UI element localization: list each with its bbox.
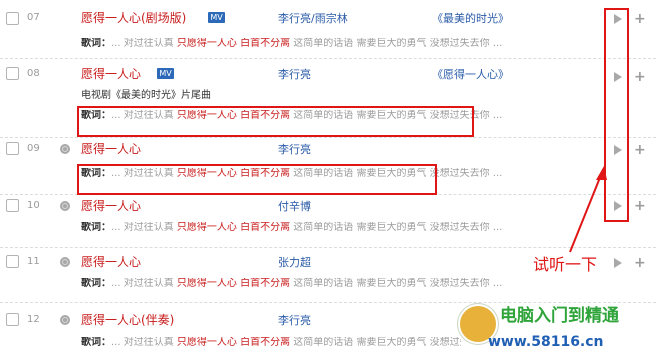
select-checkbox[interactable] xyxy=(6,199,19,212)
album-link[interactable]: 《愿得一人心》 xyxy=(432,68,509,81)
play-icon[interactable] xyxy=(614,258,622,268)
song-row: 07 愿得一人心(剧场版) MV 李行亮/雨宗林 《最美的时光》 歌词：... … xyxy=(0,0,656,59)
artist-link[interactable]: 张力超 xyxy=(278,256,311,269)
watermark-url: www.58116.cn xyxy=(488,334,604,350)
artist-link[interactable]: 付辛博 xyxy=(278,200,311,213)
artist-link[interactable]: 李行亮 xyxy=(278,314,311,327)
song-description: 电视剧《最美的时光》片尾曲 xyxy=(81,90,211,101)
select-checkbox[interactable] xyxy=(6,142,19,155)
song-row: 10 愿得一人心 付辛博 歌词：... 对过往认真 只愿得一人心 白首不分离 这… xyxy=(0,195,656,248)
select-checkbox[interactable] xyxy=(6,313,19,326)
lyrics-key: 歌词： xyxy=(81,38,111,49)
track-number: 10 xyxy=(27,200,40,211)
track-number: 09 xyxy=(27,143,40,154)
track-number: 12 xyxy=(27,314,40,325)
lyrics-snippet: 歌词：... 对过往认真 只愿得一人心 白首不分离 这简单的话语 需要巨大的勇气… xyxy=(81,337,461,348)
select-checkbox[interactable] xyxy=(6,255,19,268)
artist-link[interactable]: 李行亮 xyxy=(278,68,311,81)
add-icon[interactable]: + xyxy=(634,143,646,157)
mv-icon[interactable]: MV xyxy=(208,12,225,23)
lyrics-snippet: 歌词：... 对过往认真 只愿得一人心 白首不分离 这简单的话语 需要巨大的勇气… xyxy=(81,278,503,289)
lyrics-snippet: 歌词：... 对过往认真 只愿得一人心 白首不分离 这简单的话语 需要巨大的勇气… xyxy=(81,222,503,233)
site-watermark: 电脑入门到精通 www.58116.cn xyxy=(448,300,656,364)
song-title-link[interactable]: 愿得一人心 xyxy=(81,199,141,213)
song-title-link[interactable]: 愿得一人心(伴奏) xyxy=(81,313,174,327)
lyrics-highlight-box xyxy=(77,106,474,137)
globe-icon xyxy=(60,315,70,325)
album-link[interactable]: 《最美的时光》 xyxy=(432,12,509,25)
artist-link[interactable]: 李行亮/雨宗林 xyxy=(278,12,348,25)
select-checkbox[interactable] xyxy=(6,12,19,25)
globe-icon xyxy=(60,257,70,267)
lyrics-key: 歌词： xyxy=(81,222,111,233)
track-number: 08 xyxy=(27,68,40,79)
play-column-highlight-box xyxy=(604,8,629,222)
artist-link[interactable]: 李行亮 xyxy=(278,143,311,156)
watermark-title: 电脑入门到精通 xyxy=(500,306,619,326)
globe-icon xyxy=(60,144,70,154)
select-checkbox[interactable] xyxy=(6,67,19,80)
add-icon[interactable]: + xyxy=(634,199,646,213)
mv-icon[interactable]: MV xyxy=(157,68,174,79)
globe-icon xyxy=(60,201,70,211)
track-number: 11 xyxy=(27,256,40,267)
annotation-label: 试听一下 xyxy=(533,255,598,274)
lyrics-key: 歌词： xyxy=(81,337,111,348)
track-number: 07 xyxy=(27,12,40,23)
song-title-link[interactable]: 愿得一人心(剧场版) xyxy=(81,11,186,25)
add-icon[interactable]: + xyxy=(634,256,646,270)
add-icon[interactable]: + xyxy=(634,70,646,84)
lyrics-key: 歌词： xyxy=(81,278,111,289)
song-title-link[interactable]: 愿得一人心 xyxy=(81,255,141,269)
song-title-link[interactable]: 愿得一人心 xyxy=(81,67,141,81)
add-icon[interactable]: + xyxy=(634,12,646,26)
lyrics-highlight-box xyxy=(77,164,437,195)
song-title-link[interactable]: 愿得一人心 xyxy=(81,142,141,156)
lyrics-snippet: 歌词：... 对过往认真 只愿得一人心 白首不分离 这简单的话语 需要巨大的勇气… xyxy=(81,38,503,49)
